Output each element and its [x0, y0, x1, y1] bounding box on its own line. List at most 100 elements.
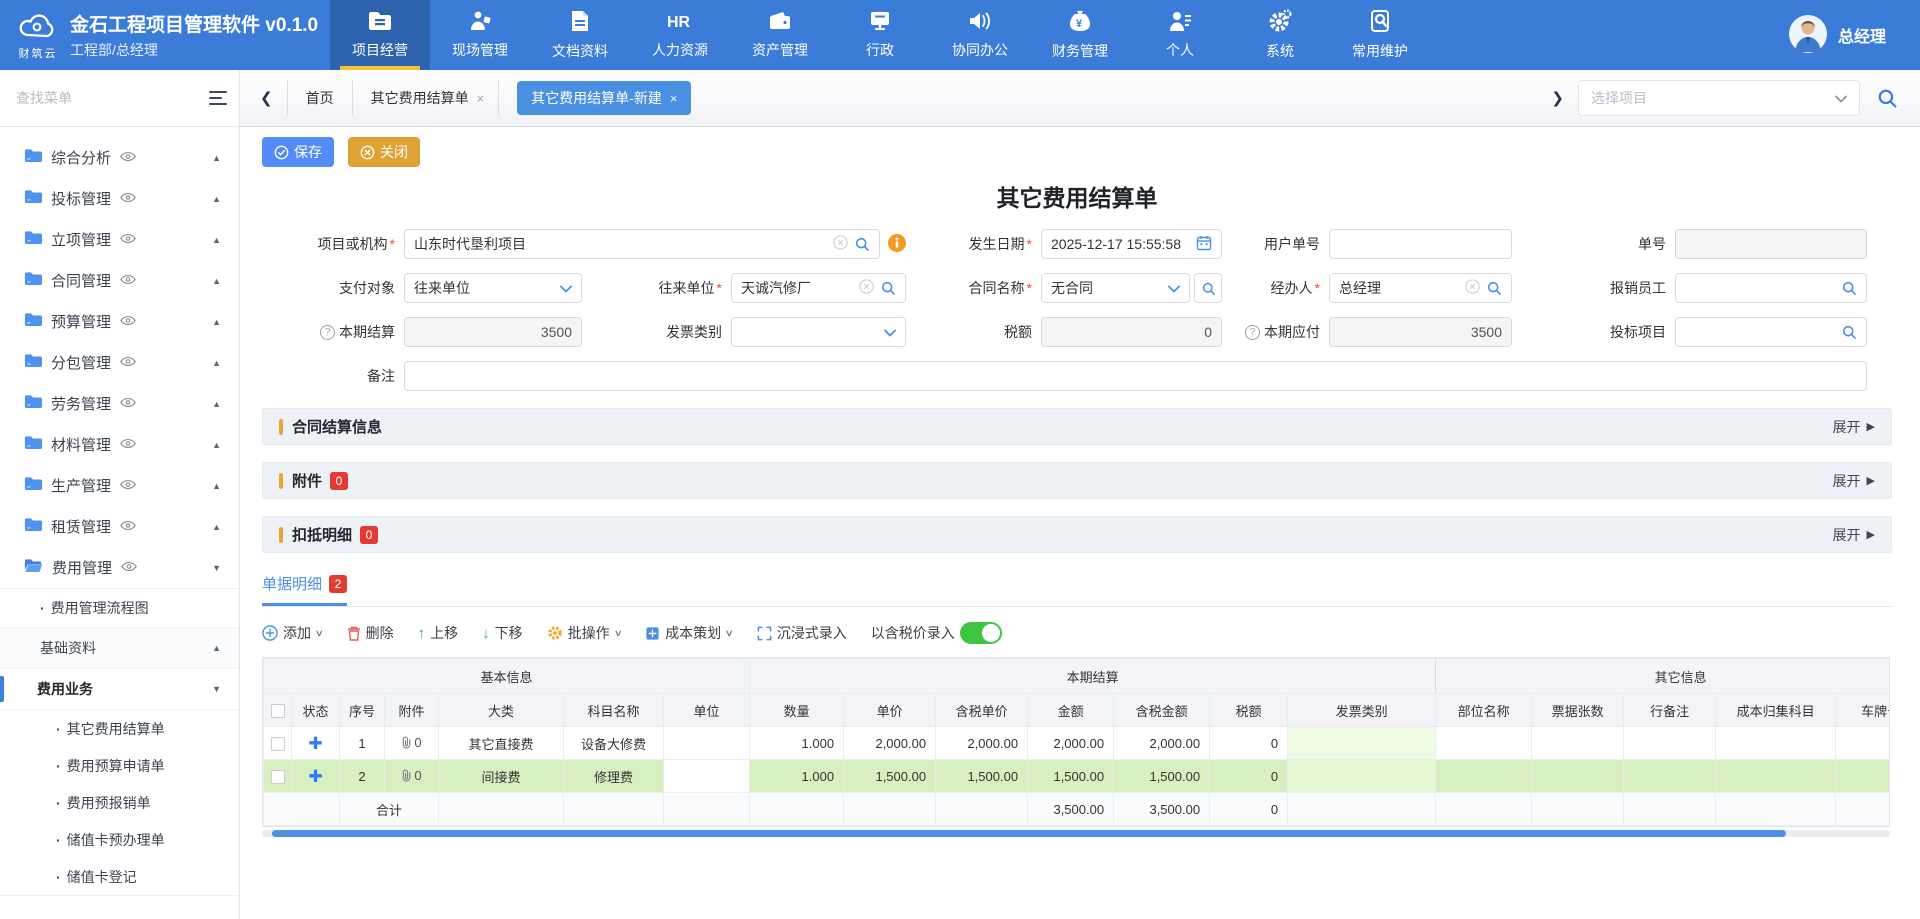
invoice-type-cell[interactable]	[1288, 760, 1436, 793]
add-button[interactable]: 添加 ∨	[262, 623, 323, 643]
move-down-button[interactable]: ↓ 下移	[482, 623, 523, 643]
help-icon[interactable]	[1245, 325, 1260, 340]
project-search-icon[interactable]	[1876, 87, 1898, 109]
info-warning-icon[interactable]	[888, 234, 906, 255]
nav-item-personal[interactable]: 个人	[1130, 0, 1230, 70]
counterparty-field[interactable]: 天诚汽修厂	[731, 273, 906, 303]
org-field[interactable]: 山东时代垦利项目	[404, 229, 880, 259]
section-deduction-detail[interactable]: 扣抵明细 0 展开▶	[262, 516, 1892, 553]
pay-target-select[interactable]: 往来单位	[404, 273, 582, 303]
collapse-arrow-icon[interactable]: ▲	[212, 276, 221, 286]
sidebar-item-other-expense-settlement[interactable]: 其它费用结算单	[0, 710, 239, 747]
handler-field[interactable]: 总经理	[1329, 273, 1512, 303]
unit-cell-editing[interactable]	[664, 760, 750, 793]
sidebar-item-expense-budget-application[interactable]: 费用预算申请单	[0, 747, 239, 784]
sidebar-folder-production[interactable]: 生产管理 ▲	[0, 465, 239, 506]
nav-item-documents[interactable]: 文档资料	[530, 0, 630, 70]
collapse-menu-icon[interactable]	[205, 87, 231, 109]
bid-project-field[interactable]	[1675, 317, 1867, 347]
add-row-plus-icon[interactable]: ✚	[308, 734, 322, 753]
expand-arrow-icon[interactable]: ▶	[1867, 420, 1875, 433]
nav-item-site-management[interactable]: 现场管理	[430, 0, 530, 70]
sidebar-item-stored-card-register[interactable]: 储值卡登记	[0, 858, 239, 895]
collapse-arrow-icon[interactable]: ▲	[212, 153, 221, 163]
search-icon[interactable]	[1841, 280, 1857, 296]
eye-icon[interactable]	[120, 477, 136, 494]
menu-search-input[interactable]	[16, 90, 197, 106]
close-icon[interactable]: ×	[477, 91, 485, 106]
collapse-arrow-icon[interactable]: ▲	[212, 235, 221, 245]
eye-icon[interactable]	[120, 231, 136, 248]
eye-icon[interactable]	[120, 395, 136, 412]
sidebar-group-expense-business[interactable]: 费用业务 ▼	[0, 669, 239, 710]
note-field[interactable]	[404, 361, 1867, 391]
eye-icon[interactable]	[120, 354, 136, 371]
eye-icon[interactable]	[120, 149, 136, 166]
move-up-button[interactable]: ↑ 上移	[418, 623, 459, 643]
collapse-arrow-icon[interactable]: ▼	[212, 684, 221, 694]
collapse-arrow-icon[interactable]: ▼	[212, 563, 221, 573]
invoice-type-cell[interactable]	[1288, 727, 1436, 760]
clear-icon[interactable]	[1465, 279, 1480, 297]
expand-label[interactable]: 展开	[1833, 525, 1861, 545]
search-icon[interactable]	[1486, 280, 1502, 296]
tabs-scroll-left-icon[interactable]: ❮	[250, 83, 283, 113]
tab-other-expense-settlement-new[interactable]: 其它费用结算单-新建 ×	[517, 81, 691, 115]
project-select[interactable]: 选择项目	[1578, 80, 1860, 116]
collapse-arrow-icon[interactable]: ▲	[212, 194, 221, 204]
sidebar-group-basic-data[interactable]: 基础资料 ▲	[0, 628, 239, 669]
select-all-checkbox[interactable]	[271, 704, 285, 718]
contract-select[interactable]: 无合同	[1041, 273, 1190, 303]
tab-other-expense-settlement[interactable]: 其它费用结算单 ×	[357, 80, 500, 116]
collapse-arrow-icon[interactable]: ▲	[212, 317, 221, 327]
nav-item-finance[interactable]: ¥ 财务管理	[1030, 0, 1130, 70]
section-contract-settlement-info[interactable]: 合同结算信息 展开▶	[262, 408, 1892, 445]
close-button[interactable]: 关闭	[348, 137, 420, 167]
sidebar-folder-budget[interactable]: 预算管理 ▲	[0, 301, 239, 342]
collapse-arrow-icon[interactable]: ▲	[212, 643, 221, 653]
sidebar-folder-comprehensive-analysis[interactable]: 综合分析 ▲	[0, 137, 239, 178]
cost-planning-button[interactable]: 成本策划 ∨	[645, 623, 733, 643]
batch-operation-button[interactable]: 批操作 ∨	[547, 623, 622, 643]
scrollbar-thumb[interactable]	[272, 830, 1786, 837]
nav-item-assets[interactable]: 资产管理	[730, 0, 830, 70]
immersive-entry-button[interactable]: 沉浸式录入	[757, 623, 847, 643]
nav-item-maintenance[interactable]: 常用维护	[1330, 0, 1430, 70]
sidebar-folder-labor[interactable]: 劳务管理 ▲	[0, 383, 239, 424]
search-icon[interactable]	[1841, 324, 1857, 340]
section-attachments[interactable]: 附件 0 展开▶	[262, 462, 1892, 499]
sidebar-folder-expense[interactable]: 费用管理 ▼	[0, 547, 239, 588]
occur-date-field[interactable]: 2025-12-17 15:55:58	[1041, 229, 1222, 259]
clear-icon[interactable]	[859, 279, 874, 297]
help-icon[interactable]	[320, 325, 335, 340]
contract-search-icon[interactable]	[1194, 273, 1222, 303]
tab-document-detail[interactable]: 单据明细 2	[262, 573, 347, 606]
clear-icon[interactable]	[833, 235, 848, 253]
collapse-arrow-icon[interactable]: ▲	[212, 481, 221, 491]
add-row-plus-icon[interactable]: ✚	[308, 767, 322, 786]
chevron-down-icon[interactable]	[1168, 280, 1180, 296]
tab-home[interactable]: 首页	[287, 80, 353, 116]
chevron-down-icon[interactable]	[884, 324, 896, 340]
chevron-down-icon[interactable]	[560, 280, 572, 296]
sidebar-item-stored-card-preprocess[interactable]: 储值卡预办理单	[0, 821, 239, 858]
sidebar-folder-bidding[interactable]: 投标管理 ▲	[0, 178, 239, 219]
save-button[interactable]: 保存	[262, 137, 334, 167]
eye-icon[interactable]	[120, 190, 136, 207]
reimburse-employee-field[interactable]	[1675, 273, 1867, 303]
collapse-arrow-icon[interactable]: ▲	[212, 522, 221, 532]
search-icon[interactable]	[880, 280, 896, 296]
user-no-input[interactable]	[1339, 236, 1502, 252]
tax-inclusive-toggle[interactable]	[960, 622, 1002, 644]
nav-item-project-operation[interactable]: 项目经营	[330, 0, 430, 70]
collapse-arrow-icon[interactable]: ▲	[212, 399, 221, 409]
sidebar-folder-subcontract[interactable]: 分包管理 ▲	[0, 342, 239, 383]
invoice-type-select[interactable]	[731, 317, 906, 347]
eye-icon[interactable]	[120, 272, 136, 289]
sidebar-folder-contract[interactable]: 合同管理 ▲	[0, 260, 239, 301]
note-input[interactable]	[414, 368, 1857, 384]
user-no-field[interactable]	[1329, 229, 1512, 259]
eye-icon[interactable]	[121, 559, 137, 576]
eye-icon[interactable]	[120, 313, 136, 330]
expand-arrow-icon[interactable]: ▶	[1867, 474, 1875, 487]
